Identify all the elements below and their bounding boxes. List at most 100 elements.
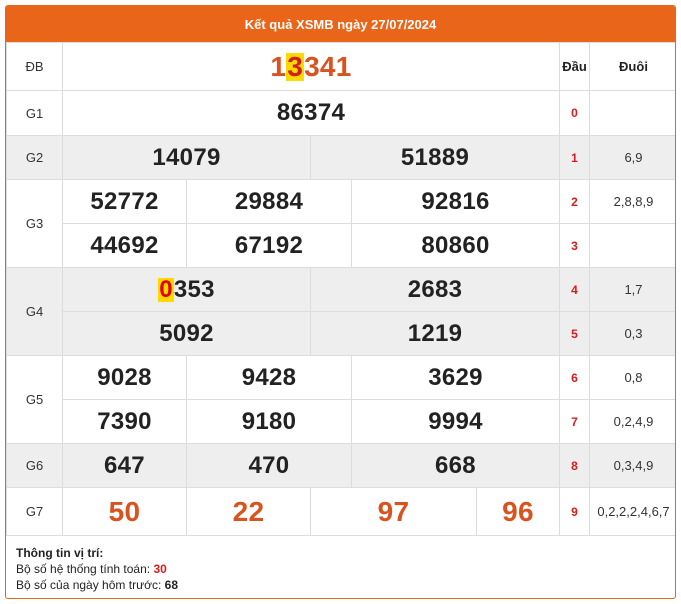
prize-g7-number: 50: [108, 495, 141, 527]
results-table: ĐB 13341 Đầu Đuôi G1 86374 0 G2 14079 51…: [6, 42, 675, 536]
prize-g2-number: 14079: [152, 143, 221, 171]
prize-g2-cell-1: 14079: [62, 135, 311, 180]
prize-label-g6: G6: [6, 443, 63, 488]
prize-g4-number: 2683: [407, 275, 463, 303]
info-line-1: Bộ số hệ thống tính toán: 30: [16, 561, 665, 577]
prize-g4-cell: 5092: [62, 311, 311, 356]
loto-duoi-7: 0,2,4,9: [589, 399, 675, 444]
info-line-2: Bộ số của ngày hôm trước: 68: [16, 577, 665, 593]
prize-label-db: ĐB: [6, 42, 63, 91]
prize-g2-cell-2: 51889: [310, 135, 560, 180]
loto-dau-2: 2: [559, 179, 590, 224]
loto-duoi-4: 1,7: [589, 267, 675, 312]
prize-db-prefix: 1: [270, 50, 287, 82]
prize-g7-number: 97: [377, 495, 410, 527]
info-line-2-value: 68: [164, 578, 179, 592]
prize-g4-suffix: 353: [173, 275, 215, 303]
prize-g6-number: 647: [104, 451, 145, 479]
position-info: Thông tin vị trí: Bộ số hệ thống tính to…: [6, 536, 675, 598]
prize-g3-number: 92816: [421, 187, 490, 215]
prize-g5-number: 3629: [428, 363, 483, 391]
prize-label-g4: G4: [6, 267, 63, 356]
loto-dau-0: 0: [559, 90, 590, 136]
prize-g6-cell: 647: [62, 443, 187, 488]
loto-dau-5: 5: [559, 311, 590, 356]
info-line-1-label: Bộ số hệ thống tính toán:: [16, 562, 151, 576]
results-panel: Kết quả XSMB ngày 27/07/2024 ĐB 13341 Đầ…: [5, 5, 676, 599]
prize-g3-cell: 67192: [186, 223, 352, 268]
prize-g4-number: 1219: [407, 319, 463, 347]
prize-db-number: 13341: [270, 51, 351, 82]
prize-label-g2: G2: [6, 135, 63, 180]
prize-g6-number: 668: [435, 451, 476, 479]
loto-duoi-1: 6,9: [589, 135, 675, 180]
prize-g4-cell: 0353: [62, 267, 311, 312]
prize-g4-number: 5092: [159, 319, 214, 347]
prize-g7-cell: 50: [62, 487, 187, 536]
prize-g7-number: 96: [502, 495, 534, 527]
results-header: Kết quả XSMB ngày 27/07/2024: [6, 6, 675, 42]
prize-g7-cell: 97: [310, 487, 477, 536]
prize-g6-cell: 470: [186, 443, 352, 488]
info-line-2-label: Bộ số của ngày hôm trước:: [16, 578, 162, 592]
loto-dau-1: 1: [559, 135, 590, 180]
prize-g7-cell: 22: [186, 487, 311, 536]
prize-g5-cell: 7390: [62, 399, 187, 444]
info-line-1-value: 30: [153, 562, 167, 576]
prize-g3-cell: 29884: [186, 179, 352, 224]
prize-g3-cell: 80860: [351, 223, 560, 268]
prize-db-highlight: 3: [286, 50, 305, 82]
prize-g5-number: 9994: [428, 407, 483, 435]
prize-g4-highlight: 0: [158, 275, 174, 303]
prize-g7-cell: 96: [476, 487, 560, 536]
prize-label-g7: G7: [6, 487, 63, 536]
prize-g6-cell: 668: [351, 443, 560, 488]
prize-g3-number: 29884: [234, 187, 304, 215]
prize-g1-cell: 86374: [62, 90, 560, 136]
prize-g3-number: 67192: [234, 231, 304, 259]
prize-g6-number: 470: [248, 451, 290, 479]
loto-duoi-6: 0,8: [589, 355, 675, 400]
prize-g4-cell: 2683: [310, 267, 560, 312]
info-title: Thông tin vị trí:: [16, 546, 104, 560]
prize-g5-cell: 9180: [186, 399, 352, 444]
prize-g3-cell: 92816: [351, 179, 560, 224]
prize-g4-number: 0353: [158, 276, 215, 303]
prize-g5-number: 9180: [241, 407, 297, 435]
prize-g3-cell: 44692: [62, 223, 187, 268]
column-header-dau: Đầu: [559, 42, 590, 91]
prize-g5-cell: 9994: [351, 399, 560, 444]
loto-duoi-8: 0,3,4,9: [589, 443, 675, 488]
prize-g3-number: 44692: [90, 231, 159, 259]
prize-g3-number: 52772: [90, 187, 159, 215]
loto-duoi-3: [589, 223, 675, 268]
prize-label-g1: G1: [6, 90, 63, 136]
loto-duoi-2: 2,8,8,9: [589, 179, 675, 224]
prize-db-cell: 13341: [62, 42, 560, 91]
loto-dau-6: 6: [559, 355, 590, 400]
loto-dau-8: 8: [559, 443, 590, 488]
prize-db-suffix: 341: [304, 50, 352, 82]
loto-duoi-9: 0,2,2,2,4,6,7: [589, 487, 675, 536]
prize-g5-cell: 3629: [351, 355, 560, 400]
prize-g5-cell: 9428: [186, 355, 352, 400]
loto-dau-9: 9: [559, 487, 590, 536]
prize-g7-number: 22: [232, 495, 265, 527]
prize-g1-number: 86374: [276, 99, 346, 126]
loto-duoi-5: 0,3: [589, 311, 675, 356]
prize-g5-cell: 9028: [62, 355, 187, 400]
prize-g3-number: 80860: [421, 231, 490, 259]
loto-dau-4: 4: [559, 267, 590, 312]
prize-g2-number: 51889: [400, 143, 470, 171]
loto-dau-3: 3: [559, 223, 590, 268]
loto-duoi-0: [589, 90, 675, 136]
loto-dau-7: 7: [559, 399, 590, 444]
prize-g5-number: 9028: [97, 363, 152, 391]
prize-g4-cell: 1219: [310, 311, 560, 356]
prize-label-g3: G3: [6, 179, 63, 268]
prize-g3-cell: 52772: [62, 179, 187, 224]
prize-label-g5: G5: [6, 355, 63, 444]
column-header-duoi: Đuôi: [589, 42, 675, 91]
prize-g5-number: 9428: [241, 363, 297, 391]
prize-g5-number: 7390: [97, 407, 152, 435]
